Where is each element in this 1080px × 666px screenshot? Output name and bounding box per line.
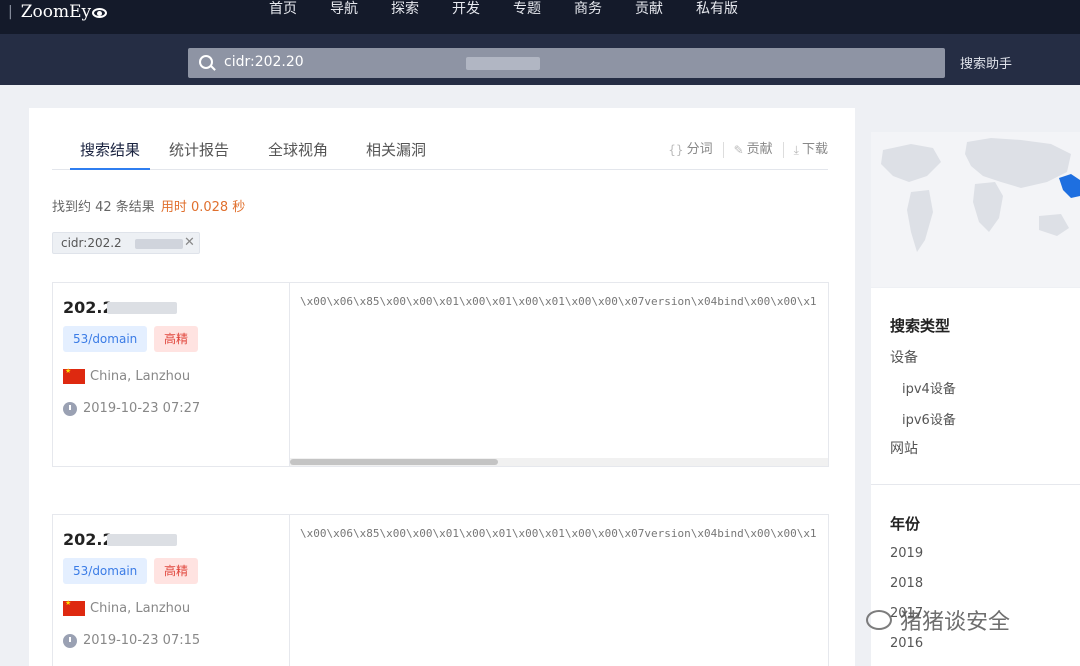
china-flag-icon: [63, 367, 85, 384]
result-tabs: 搜索结果 统计报告 全球视角 相关漏洞 {} 分词 ✎ 贡献 ⤓ 下载: [52, 139, 828, 170]
nav-item-home[interactable]: 首页: [269, 0, 330, 18]
search-query: cidr:202.20: [224, 54, 304, 70]
query-time: 用时 0.028 秒: [160, 200, 246, 215]
search-band: cidr:202.20 搜索助手: [0, 34, 1080, 85]
result-banner: \x00\x06\x85\x00\x00\x01\x00\x01\x00\x01…: [300, 295, 817, 308]
filter-ipv4-device[interactable]: ipv4设备: [902, 378, 956, 397]
filter-website[interactable]: 网站: [890, 438, 918, 458]
wechat-icon: [866, 610, 892, 630]
filter-device[interactable]: 设备: [890, 347, 918, 367]
location-text[interactable]: China, Lanzhou: [90, 369, 190, 384]
watermark-text: 猪猪谈安全: [900, 610, 1011, 635]
china-flag-icon: [63, 599, 85, 616]
contribute-label: 贡献: [746, 142, 773, 157]
contribute-button[interactable]: ✎ 贡献: [722, 142, 783, 158]
top-nav: | ZoomEy 首页 导航 探索 开发 专题 商务 贡献 私有版: [0, 0, 1080, 34]
zoomeye-logo[interactable]: | ZoomEy: [8, 2, 108, 22]
nav-item-private[interactable]: 私有版: [696, 0, 757, 18]
tab-statistics[interactable]: 统计报告: [169, 139, 229, 170]
result-date: 2019-10-23 07:27: [63, 401, 200, 416]
result-meta: 202.2 53/domain 高精 China, Lanzhou 2019-1…: [53, 283, 290, 466]
world-map-graphic: [881, 138, 1080, 252]
result-summary: 找到约 42 条结果 用时 0.028 秒: [52, 196, 245, 215]
service-tag[interactable]: 53/domain: [63, 326, 148, 352]
filter-year-2018[interactable]: 2018: [890, 576, 923, 591]
nav-item-contribute[interactable]: 贡献: [635, 0, 696, 18]
edit-icon: ✎: [733, 143, 744, 157]
nav-links: 首页 导航 探索 开发 专题 商务 贡献 私有版: [269, 0, 757, 18]
result-card: 202.2 53/domain 高精 China, Lanzhou 2019-1…: [52, 282, 829, 467]
filter-chip-label: cidr:202.2: [61, 236, 122, 250]
nav-item-topics[interactable]: 专题: [513, 0, 574, 18]
scrollbar-thumb[interactable]: [290, 459, 498, 465]
logo-text: ZoomEy: [20, 2, 92, 22]
braces-icon: {}: [668, 143, 684, 157]
location-text[interactable]: China, Lanzhou: [90, 601, 190, 616]
download-button[interactable]: ⤓ 下载: [782, 142, 828, 158]
nav-item-develop[interactable]: 开发: [452, 0, 513, 18]
search-input[interactable]: cidr:202.20: [188, 48, 945, 78]
result-location: China, Lanzhou: [63, 367, 190, 384]
redacted-query: [466, 57, 540, 70]
clock-icon: [63, 633, 77, 648]
service-tag[interactable]: 53/domain: [63, 558, 148, 584]
year-heading: 年份: [890, 515, 921, 533]
filter-year-2016[interactable]: 2016: [890, 636, 923, 651]
filter-ipv6-device[interactable]: ipv6设备: [902, 409, 956, 428]
timestamp-text: 2019-10-23 07:15: [83, 633, 201, 648]
result-date: 2019-10-23 07:15: [63, 633, 200, 648]
search-type-heading: 搜索类型: [890, 317, 951, 335]
result-count: 找到约 42 条结果: [52, 200, 155, 215]
close-icon[interactable]: ✕: [184, 235, 195, 250]
nav-item-business[interactable]: 商务: [574, 0, 635, 18]
redacted-filter: [135, 239, 183, 249]
nav-item-navigation[interactable]: 导航: [330, 0, 391, 18]
clock-icon: [63, 401, 77, 416]
precision-badge: 高精: [154, 326, 199, 352]
download-icon: ⤓: [793, 143, 799, 157]
search-assistant-link[interactable]: 搜索助手: [960, 53, 1012, 72]
filter-chip[interactable]: cidr:202.2 ✕: [52, 232, 200, 254]
timestamp-text: 2019-10-23 07:27: [83, 401, 201, 416]
eye-icon: [92, 8, 108, 18]
banner-scrollbar[interactable]: [290, 458, 828, 466]
year-title: 年份: [890, 513, 920, 534]
nav-item-explore[interactable]: 探索: [391, 0, 452, 18]
tab-search-results[interactable]: 搜索结果: [70, 139, 150, 170]
segment-label: 分词: [686, 142, 713, 157]
watermark: 猪猪谈安全: [866, 604, 1010, 636]
result-banner: \x00\x06\x85\x00\x00\x01\x00\x01\x00\x01…: [300, 527, 817, 540]
download-label: 下载: [801, 142, 828, 157]
redacted-ip: [107, 534, 177, 546]
world-map[interactable]: [871, 132, 1080, 287]
tab-related-vulns[interactable]: 相关漏洞: [366, 139, 426, 170]
segment-button[interactable]: {} 分词: [658, 142, 722, 158]
sidebar-divider: [871, 484, 1080, 485]
result-location: China, Lanzhou: [63, 599, 190, 616]
result-tools: {} 分词 ✎ 贡献 ⤓ 下载: [658, 139, 828, 158]
search-icon: [199, 55, 213, 69]
tab-global-view[interactable]: 全球视角: [268, 139, 328, 170]
filter-year-2019[interactable]: 2019: [890, 546, 923, 561]
search-type-title: 搜索类型: [890, 315, 950, 336]
logo-divider: |: [8, 4, 13, 20]
results-panel: 搜索结果 统计报告 全球视角 相关漏洞 {} 分词 ✎ 贡献 ⤓ 下载 找到约 42 …: [29, 108, 855, 666]
precision-badge: 高精: [154, 558, 199, 584]
result-card: 202.2 53/domain 高精 China, Lanzhou 2019-1…: [52, 514, 829, 666]
redacted-ip: [107, 302, 177, 314]
result-meta: 202.2 53/domain 高精 China, Lanzhou 2019-1…: [53, 515, 290, 666]
